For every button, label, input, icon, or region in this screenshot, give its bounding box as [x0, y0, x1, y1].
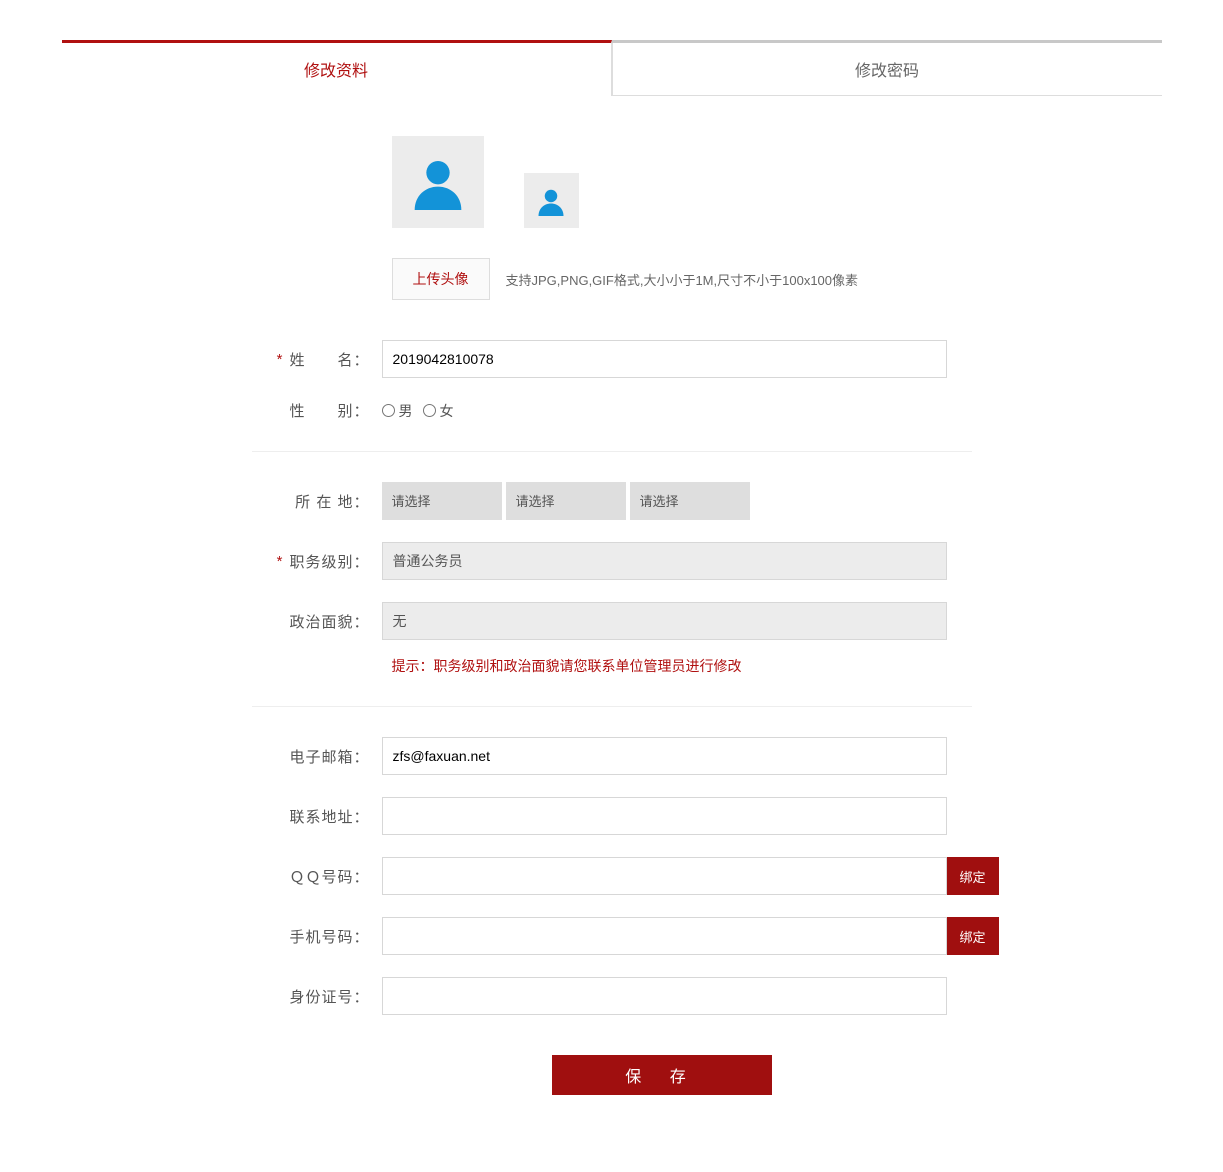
address-input[interactable]: [382, 797, 947, 835]
form-body: 上传头像 支持JPG,PNG,GIF格式,大小小于1M,尺寸不小于100x100…: [62, 96, 1162, 1135]
email-input[interactable]: [382, 737, 947, 775]
gender-male-option[interactable]: 男: [382, 401, 413, 421]
label-gender: 性 别：: [289, 400, 369, 421]
user-icon: [536, 186, 566, 216]
row-qq: ＱＱ号码： 绑定: [252, 857, 1162, 895]
job-level-input: [382, 542, 947, 580]
row-idcard: 身份证号：: [252, 977, 1162, 1015]
label-phone: 手机号码：: [289, 926, 369, 947]
user-icon: [410, 154, 466, 210]
avatar-row: [392, 136, 1162, 228]
row-gender: 性 别： 男 女: [252, 400, 1162, 421]
save-button[interactable]: 保 存: [552, 1055, 772, 1095]
name-input[interactable]: [382, 340, 947, 378]
divider: [252, 451, 972, 452]
gender-female-label: 女: [440, 401, 454, 421]
label-qq: ＱＱ号码：: [289, 866, 369, 887]
gender-male-radio[interactable]: [382, 404, 395, 417]
location-city-select[interactable]: 请选择: [506, 482, 626, 520]
upload-row: 上传头像 支持JPG,PNG,GIF格式,大小小于1M,尺寸不小于100x100…: [392, 258, 1162, 300]
divider: [252, 706, 972, 707]
bind-qq-button[interactable]: 绑定: [947, 857, 999, 895]
row-phone: 手机号码： 绑定: [252, 917, 1162, 955]
avatar-preview-small: [524, 173, 579, 228]
location-district-select[interactable]: 请选择: [630, 482, 750, 520]
avatar-preview-large: [392, 136, 484, 228]
label-name: 姓 名：: [289, 349, 369, 370]
label-political: 政治面貌：: [289, 611, 369, 632]
gender-female-radio[interactable]: [423, 404, 436, 417]
row-job-level: * 职务级别：: [252, 542, 1162, 580]
row-political: 政治面貌：: [252, 602, 1162, 640]
tip-text: 提示：职务级别和政治面貌请您联系单位管理员进行修改: [392, 656, 1162, 676]
phone-input[interactable]: [382, 917, 947, 955]
political-input: [382, 602, 947, 640]
required-mark: *: [277, 351, 284, 368]
required-mark: *: [277, 553, 284, 570]
upload-hint: 支持JPG,PNG,GIF格式,大小小于1M,尺寸不小于100x100像素: [506, 270, 859, 289]
row-address: 联系地址：: [252, 797, 1162, 835]
label-location: 所 在 地：: [295, 491, 369, 512]
label-email: 电子邮箱：: [289, 746, 369, 767]
row-email: 电子邮箱：: [252, 737, 1162, 775]
tab-edit-profile[interactable]: 修改资料: [62, 40, 612, 96]
qq-input[interactable]: [382, 857, 947, 895]
label-idcard: 身份证号：: [289, 986, 369, 1007]
gender-radio-group: 男 女: [382, 401, 454, 421]
label-address: 联系地址：: [289, 806, 369, 827]
label-job-level: 职务级别：: [289, 551, 369, 572]
tab-bar: 修改资料 修改密码: [62, 43, 1162, 96]
location-province-select[interactable]: 请选择: [382, 482, 502, 520]
upload-avatar-button[interactable]: 上传头像: [392, 258, 490, 300]
bind-phone-button[interactable]: 绑定: [947, 917, 999, 955]
tab-edit-password[interactable]: 修改密码: [612, 43, 1162, 96]
gender-female-option[interactable]: 女: [423, 401, 454, 421]
row-location: 所 在 地： 请选择 请选择 请选择: [252, 482, 1162, 520]
row-name: * 姓 名：: [252, 340, 1162, 378]
idcard-input[interactable]: [382, 977, 947, 1015]
gender-male-label: 男: [399, 401, 413, 421]
